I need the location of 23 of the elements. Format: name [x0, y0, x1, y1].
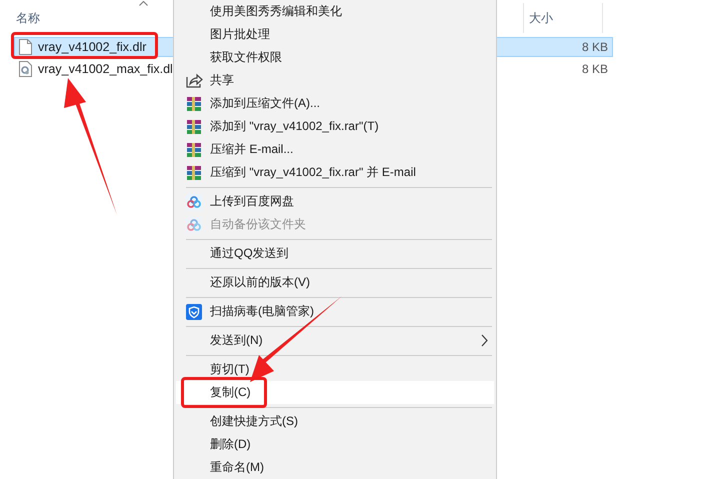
file-name: vray_v41002_max_fix.dl — [38, 62, 173, 76]
menu-item-label: 获取文件权限 — [210, 49, 282, 66]
menu-item-label: 通过QQ发送到 — [210, 245, 289, 262]
menu-item-label: 剪切(T) — [210, 361, 250, 378]
menu-item-label: 还原以前的版本(V) — [210, 274, 310, 291]
menu-item-label: 复制(C) — [210, 384, 251, 401]
menu-item-label: 压缩并 E-mail... — [210, 141, 294, 158]
menu-item-label: 图片批处理 — [210, 26, 270, 43]
menu-item-label: 上传到百度网盘 — [210, 193, 294, 210]
menu-item-label: 压缩到 "vray_v41002_fix.rar" 并 E-mail — [210, 164, 416, 181]
menu-item-label: 重命名(M) — [210, 459, 264, 476]
menu-item-label: 使用美图秀秀编辑和美化 — [210, 3, 342, 20]
file-size: 8 KB — [582, 62, 608, 76]
menu-item-label: 自动备份该文件夹 — [210, 216, 306, 233]
menu-item-label: 扫描病毒(电脑管家) — [210, 303, 314, 320]
menu-item-label: 发送到(N) — [210, 332, 263, 349]
menu-item-label: 添加到 "vray_v41002_fix.rar"(T) — [210, 118, 379, 135]
menu-item-label: 添加到压缩文件(A)... — [210, 95, 320, 112]
menu-item-label: 创建快捷方式(S) — [210, 413, 298, 430]
file-name: vray_v41002_fix.dlr — [38, 40, 146, 54]
file-size: 8 KB — [582, 40, 608, 54]
menu-item-label: 删除(D) — [210, 436, 251, 453]
menu-item-label: 共享 — [210, 72, 234, 89]
